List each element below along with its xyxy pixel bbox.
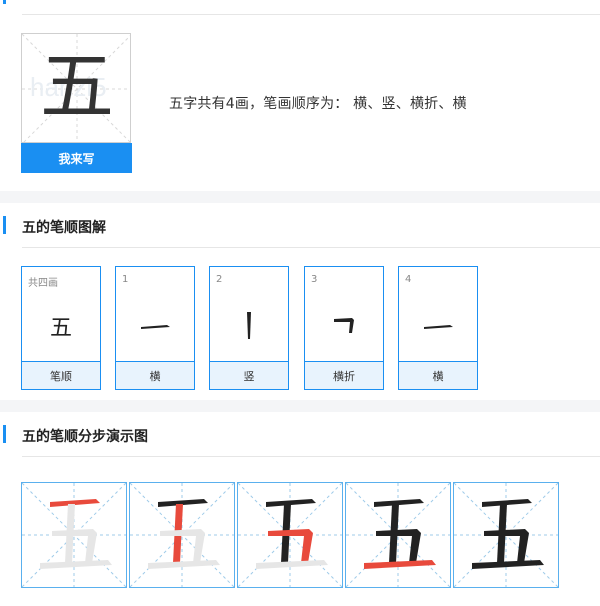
step-frame-5 bbox=[453, 482, 559, 588]
stroke-order-section: 五的笔顺图解 共四画 五 笔顺 1 横 2 竖 3 横折 4 横 bbox=[0, 203, 600, 400]
stroke-card-3[interactable]: 3 横折 bbox=[304, 266, 384, 390]
practice-write-button[interactable]: 我来写 bbox=[21, 143, 132, 173]
stroke-steps-section: 五的笔顺分步演示图 bbox=[0, 412, 600, 606]
step-2-strokes-icon bbox=[130, 483, 234, 587]
stroke-card-4[interactable]: 4 横 bbox=[398, 266, 478, 390]
stroke-shu-icon bbox=[210, 291, 288, 361]
section-accent-bar bbox=[3, 425, 6, 443]
step-3-strokes-icon bbox=[238, 483, 342, 587]
stroke-summary: 五字共有4画，笔画顺序为： 横、竖、横折、横 bbox=[169, 96, 467, 112]
stroke-card-2[interactable]: 2 竖 bbox=[209, 266, 289, 390]
stroke-card-label: 横 bbox=[399, 361, 477, 389]
section-title: 五的笔顺图解 bbox=[22, 220, 106, 236]
stroke-hengzhe-icon bbox=[305, 291, 383, 361]
stroke-card-label: 笔顺 bbox=[22, 361, 100, 389]
section-accent-bar bbox=[3, 216, 6, 234]
step-frame-2 bbox=[129, 482, 235, 588]
character-glyph: 五 bbox=[40, 44, 114, 130]
character-glyph: 五 bbox=[49, 316, 72, 341]
stroke-card-label: 横 bbox=[116, 361, 194, 389]
stroke-number: 1 bbox=[122, 274, 129, 285]
stroke-heng-icon bbox=[116, 291, 194, 361]
stroke-count: 共四画 bbox=[28, 278, 58, 289]
step-1-strokes-icon bbox=[22, 483, 126, 587]
stroke-number: 2 bbox=[216, 274, 223, 285]
step-frame-4 bbox=[345, 482, 451, 588]
stroke-number: 3 bbox=[311, 274, 318, 285]
stroke-card-total[interactable]: 共四画 五 笔顺 bbox=[21, 266, 101, 390]
divider bbox=[22, 456, 600, 457]
stroke-card-label: 竖 bbox=[210, 361, 288, 389]
stroke-heng-icon bbox=[399, 291, 477, 361]
step-frame-3 bbox=[237, 482, 343, 588]
character-overview-card: hanzi5 五 我来写 五字共有4画，笔画顺序为： 横、竖、横折、横 bbox=[0, 0, 600, 191]
step-5-strokes-icon bbox=[454, 483, 558, 587]
step-frame-1 bbox=[21, 482, 127, 588]
section-accent-bar bbox=[3, 0, 6, 4]
divider bbox=[22, 14, 600, 15]
stroke-card-1[interactable]: 1 横 bbox=[115, 266, 195, 390]
character-preview: hanzi5 五 bbox=[21, 33, 131, 143]
step-4-strokes-icon bbox=[346, 483, 450, 587]
stroke-number: 4 bbox=[405, 274, 412, 285]
section-title: 五的笔顺分步演示图 bbox=[22, 429, 148, 445]
divider bbox=[22, 247, 600, 248]
stroke-card-label: 横折 bbox=[305, 361, 383, 389]
